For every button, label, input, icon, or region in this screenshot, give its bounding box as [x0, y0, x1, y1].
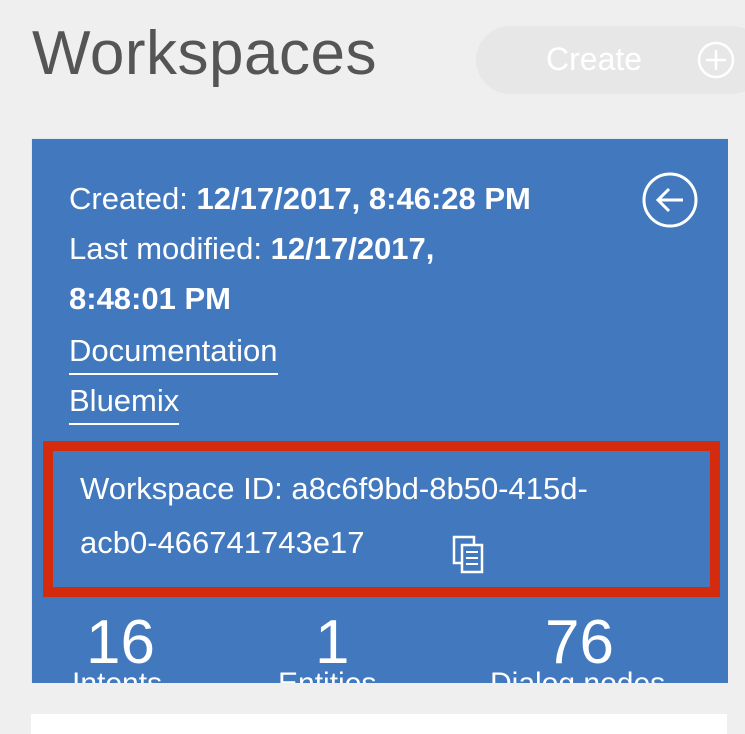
- last-modified-value: 12/17/2017,: [270, 231, 435, 266]
- arrow-left-circle-icon[interactable]: [640, 170, 700, 230]
- copy-icon[interactable]: [452, 535, 486, 575]
- bluemix-link[interactable]: Bluemix: [69, 383, 180, 425]
- last-modified-time: 8:48:01 PM: [69, 281, 231, 316]
- dialog-nodes-label: Dialog nodes: [490, 667, 665, 683]
- created-line: Created: 12/17/2017, 8:46:28 PM: [69, 181, 531, 217]
- workspace-id-highlight: Workspace ID: a8c6f9bd-8b50-415d- acb0-4…: [43, 441, 720, 597]
- workspace-card: Created: 12/17/2017, 8:46:28 PM Last mod…: [31, 138, 728, 683]
- create-button-label: Create: [546, 41, 643, 77]
- intents-label: Intents: [72, 667, 162, 683]
- created-label: Created:: [69, 181, 188, 216]
- workspace-id-line: Workspace ID: a8c6f9bd-8b50-415d-: [80, 471, 588, 507]
- workspace-id-value-2: acb0-466741743e17: [80, 525, 365, 560]
- page-title: Workspaces: [32, 19, 377, 88]
- next-workspace-card: [31, 714, 727, 734]
- last-modified-line-2: 8:48:01 PM: [69, 281, 231, 317]
- workspace-id-line-2: acb0-466741743e17: [80, 525, 364, 561]
- entities-label: Entities: [278, 667, 376, 683]
- last-modified-label: Last modified:: [69, 231, 262, 266]
- documentation-link[interactable]: Documentation: [69, 333, 278, 375]
- workspace-id-label: Workspace ID:: [80, 471, 283, 506]
- created-value: 12/17/2017, 8:46:28 PM: [196, 181, 531, 216]
- last-modified-line: Last modified: 12/17/2017,: [69, 231, 434, 267]
- workspace-id-value: a8c6f9bd-8b50-415d-: [291, 471, 588, 506]
- create-workspace-button[interactable]: Create: [476, 26, 745, 94]
- plus-circle-icon: [697, 41, 735, 79]
